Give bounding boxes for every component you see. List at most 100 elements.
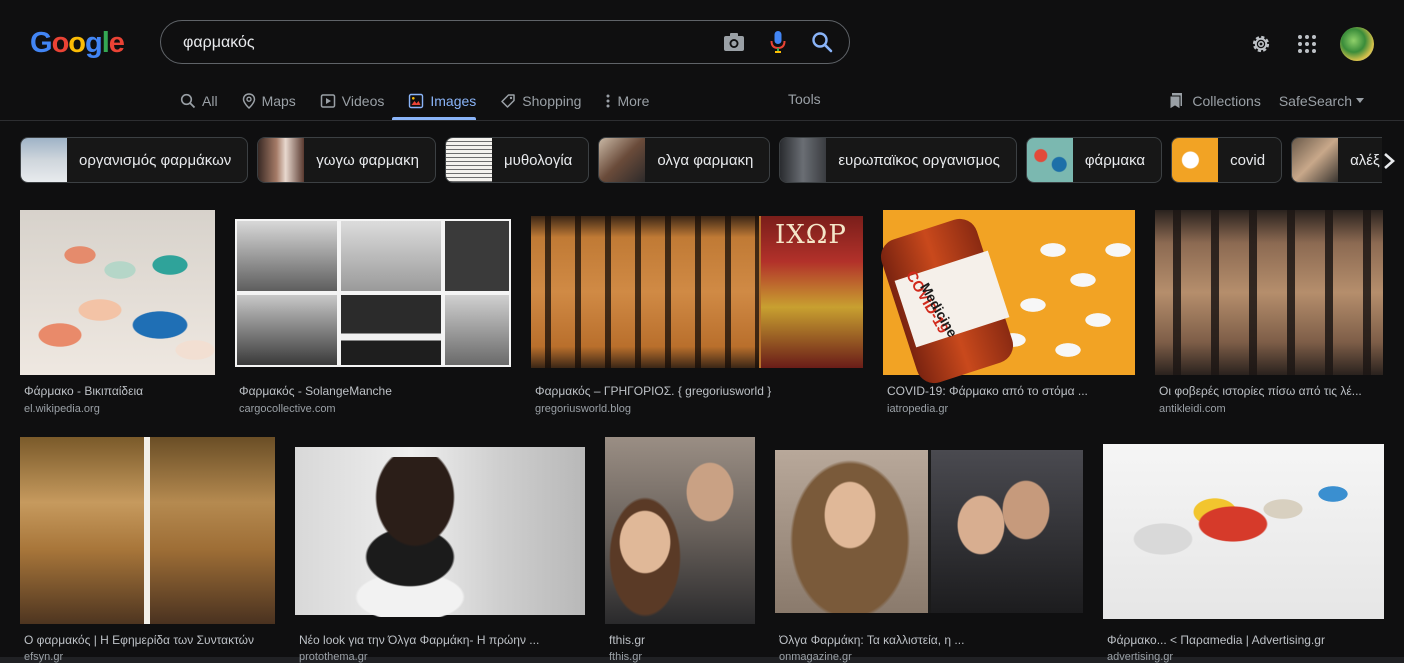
result-thumbnail-pills: [20, 210, 215, 375]
collections-label: Collections: [1192, 93, 1261, 109]
nav-right: Collections SafeSearch: [1168, 84, 1364, 118]
image-result[interactable]: Νέο look για την Όλγα Φαρμάκη- Η πρώην .…: [295, 447, 585, 663]
tab-maps[interactable]: Maps: [242, 84, 296, 118]
search-input[interactable]: [181, 21, 725, 65]
image-result[interactable]: Φάρμακο... < Παραmedia | Advertising.gr …: [1103, 444, 1384, 663]
chip-label: ολγα φαρμακη: [657, 151, 754, 169]
tab-all[interactable]: All: [180, 84, 218, 118]
related-search-chips: οργανισμός φαρμάκων γωγω φαρμακη μυθολογ…: [20, 137, 1382, 185]
logo-letter: o: [51, 26, 70, 59]
chip-mythologia[interactable]: μυθολογία: [444, 137, 590, 183]
safesearch-label: SafeSearch: [1278, 93, 1352, 109]
chip-farmaka[interactable]: φάρμακα: [1025, 137, 1163, 183]
settings-gear-icon[interactable]: [1248, 31, 1274, 57]
image-result[interactable]: Φάρμακο - Βικιπαίδεια el.wikipedia.org: [20, 210, 215, 420]
search-nav-tabs: All Maps Videos Images Shopping More: [180, 84, 673, 118]
chip-gogo-farmaki[interactable]: γωγω φαρμακη: [257, 137, 436, 183]
chip-olga-farmaki[interactable]: ολγα φαρμακη: [598, 137, 771, 183]
result-source: efsyn.gr: [24, 651, 64, 663]
result-source: el.wikipedia.org: [24, 403, 100, 415]
result-thumbnail-portrait-woman: [295, 447, 585, 617]
result-thumbnail-rooms: [235, 219, 511, 367]
chip-thumbnail: [599, 138, 646, 182]
logo-letter: l: [101, 26, 110, 59]
result-source: onmagazine.gr: [779, 651, 852, 663]
camera-icon[interactable]: [721, 29, 747, 55]
chip-thumbnail: [1292, 138, 1339, 182]
magazine-title-text: ΙΧΩΡ: [775, 220, 847, 250]
tab-label: Shopping: [522, 93, 582, 109]
result-source: gregoriusworld.blog: [535, 403, 631, 415]
result-title: Φαρμακός - SolangeManche: [239, 384, 392, 398]
apps-grid-icon[interactable]: [1294, 31, 1320, 57]
chip-thumbnail: [1026, 138, 1073, 182]
chip-label: αλέξ: [1350, 151, 1380, 169]
chip-thumbnail: [258, 138, 305, 182]
header-right: [1248, 26, 1374, 62]
chip-label: μυθολογία: [503, 151, 573, 169]
chip-thumbnail: [780, 138, 827, 182]
result-source: iatropedia.gr: [887, 403, 949, 415]
tab-label: More: [617, 93, 650, 109]
result-thumbnail-greek-vase: ΙΧΩΡ: [531, 216, 863, 368]
result-title: Όλγα Φαρμάκη: Τα καλλιστεία, η ...: [779, 633, 965, 647]
result-title: Νέο look για την Όλγα Φαρμάκη- Η πρώην .…: [299, 633, 540, 647]
result-title: fthis.gr: [609, 633, 646, 647]
image-result[interactable]: Ο φαρμακός | Η Εφημερίδα των Συντακτών e…: [20, 437, 275, 663]
tab-label: Maps: [261, 93, 296, 109]
chip-label: covid: [1230, 151, 1266, 169]
microphone-icon[interactable]: [765, 29, 791, 55]
chip-label: γωγω φαρμακη: [316, 151, 419, 169]
image-result[interactable]: COVID-19 Medicine COVID-19: Φάρμακο από …: [876, 210, 1135, 420]
result-source: fthis.gr: [609, 651, 643, 663]
more-vert-icon: [606, 94, 610, 108]
chip-label: ευρωπαϊκος οργανισμος: [838, 151, 1000, 169]
result-title: Ο φαρμακός | Η Εφημερίδα των Συντακτών: [24, 633, 255, 647]
map-pin-icon: [242, 93, 255, 109]
image-result[interactable]: Οι φοβερές ιστορίες πίσω από τις λέ... a…: [1155, 210, 1383, 420]
chip-label: οργανισμός φαρμάκων: [79, 151, 232, 169]
result-thumbnail-covid-medicine: COVID-19 Medicine: [876, 210, 1135, 388]
result-title: Φαρμακός – ΓΡΗΓΟΡΙΟΣ. { gregoriusworld }: [535, 384, 772, 398]
chip-evropaikos-organismos[interactable]: ευρωπαϊκος οργανισμος: [779, 137, 1017, 183]
result-thumbnail-painting: [20, 437, 275, 624]
account-avatar[interactable]: [1340, 27, 1374, 61]
logo-letter: g: [85, 26, 103, 59]
result-thumbnail-vase-figures: [1155, 210, 1383, 375]
result-thumbnail-olga-collage: [775, 450, 1083, 613]
image-result[interactable]: Φαρμακός - SolangeManche cargocollective…: [235, 210, 511, 420]
tab-label: Videos: [341, 93, 385, 109]
tab-label: Images: [430, 93, 477, 109]
tab-more[interactable]: More: [605, 84, 649, 118]
chip-organismos-farmakon[interactable]: οργανισμός φαρμάκων: [20, 137, 249, 183]
image-icon: [409, 93, 424, 109]
result-source: antikleidi.com: [1159, 403, 1226, 415]
image-result[interactable]: Όλγα Φαρμάκη: Τα καλλιστεία, η ... onmag…: [775, 450, 1083, 663]
chevron-right-icon[interactable]: [1378, 150, 1400, 172]
safesearch-dropdown[interactable]: SafeSearch: [1279, 93, 1364, 109]
header-divider: [0, 120, 1404, 121]
tab-videos[interactable]: Videos: [320, 84, 385, 118]
logo-letter: G: [30, 26, 53, 59]
collections-link[interactable]: Collections: [1168, 92, 1261, 110]
chip-thumbnail: [445, 138, 492, 182]
search-icon: [180, 93, 196, 109]
search-icon[interactable]: [809, 29, 835, 55]
tab-images[interactable]: Images: [408, 84, 476, 118]
search-box: [160, 20, 850, 65]
chip-covid[interactable]: covid: [1171, 137, 1283, 183]
logo-letter: o: [68, 26, 86, 59]
image-result[interactable]: fthis.gr fthis.gr: [605, 437, 755, 663]
result-title: Φάρμακο... < Παραmedia | Advertising.gr: [1107, 633, 1325, 647]
tools-button[interactable]: Tools: [788, 91, 821, 107]
result-thumbnail-couple-selfie: [605, 437, 755, 624]
tab-label: All: [202, 93, 218, 109]
tab-shopping[interactable]: Shopping: [500, 84, 581, 118]
google-logo[interactable]: Google: [30, 26, 125, 60]
logo-letter: e: [108, 26, 125, 59]
tag-icon: [501, 94, 516, 108]
chip-thumbnail: [1172, 138, 1219, 182]
image-result[interactable]: ΙΧΩΡ Φαρμακός – ΓΡΗΓΟΡΙΟΣ. { gregoriuswo…: [531, 210, 863, 420]
chip-alex[interactable]: αλέξ: [1291, 137, 1382, 183]
chip-label: φάρμακα: [1084, 151, 1146, 169]
